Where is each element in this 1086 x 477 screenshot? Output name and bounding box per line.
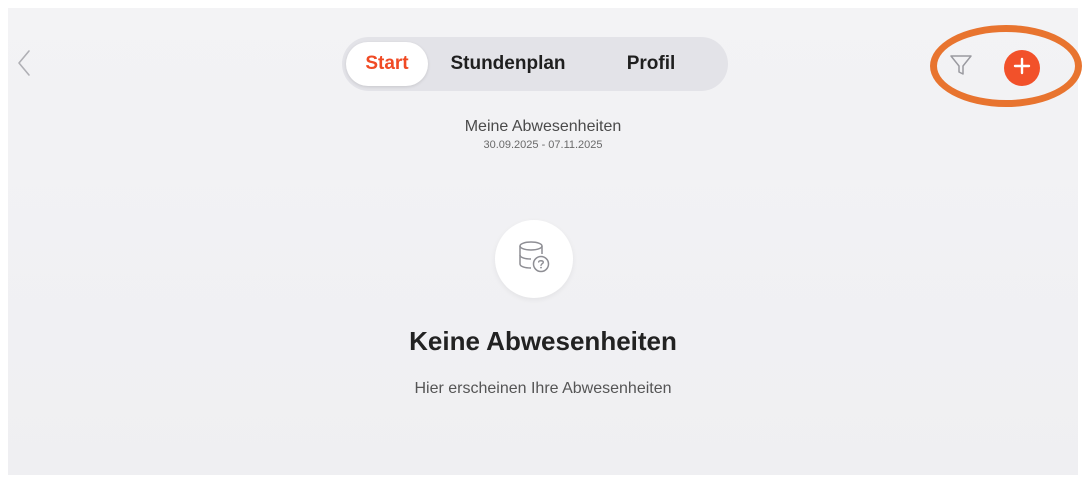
- database-question-icon: [514, 237, 554, 282]
- empty-state-icon-container: [495, 220, 573, 298]
- app-screen: Start Stundenplan Profil Meine Abwesenhe…: [8, 8, 1082, 475]
- filter-button[interactable]: [946, 52, 976, 82]
- back-button[interactable]: [12, 48, 36, 82]
- chevron-left-icon: [17, 49, 31, 82]
- tab-profil-label: Profil: [626, 53, 676, 74]
- tab-start-label: Start: [365, 53, 409, 74]
- tab-stundenplan-label: Stundenplan: [450, 53, 566, 74]
- tab-start[interactable]: Start: [346, 42, 428, 86]
- tab-stundenplan[interactable]: Stundenplan: [428, 42, 588, 86]
- empty-state-title: Keine Abwesenheiten: [409, 326, 677, 356]
- segmented-control: Start Stundenplan Profil: [342, 37, 728, 91]
- empty-state-subtitle: Hier erscheinen Ihre Abwesenheiten: [414, 380, 672, 397]
- add-button[interactable]: [1004, 50, 1040, 86]
- section-title: Meine Abwesenheiten: [464, 118, 622, 135]
- section-date-range: 30.09.2025 - 07.11.2025: [483, 139, 603, 151]
- tab-profil[interactable]: Profil: [588, 42, 714, 86]
- filter-icon: [948, 52, 974, 83]
- plus-icon: [1012, 56, 1032, 81]
